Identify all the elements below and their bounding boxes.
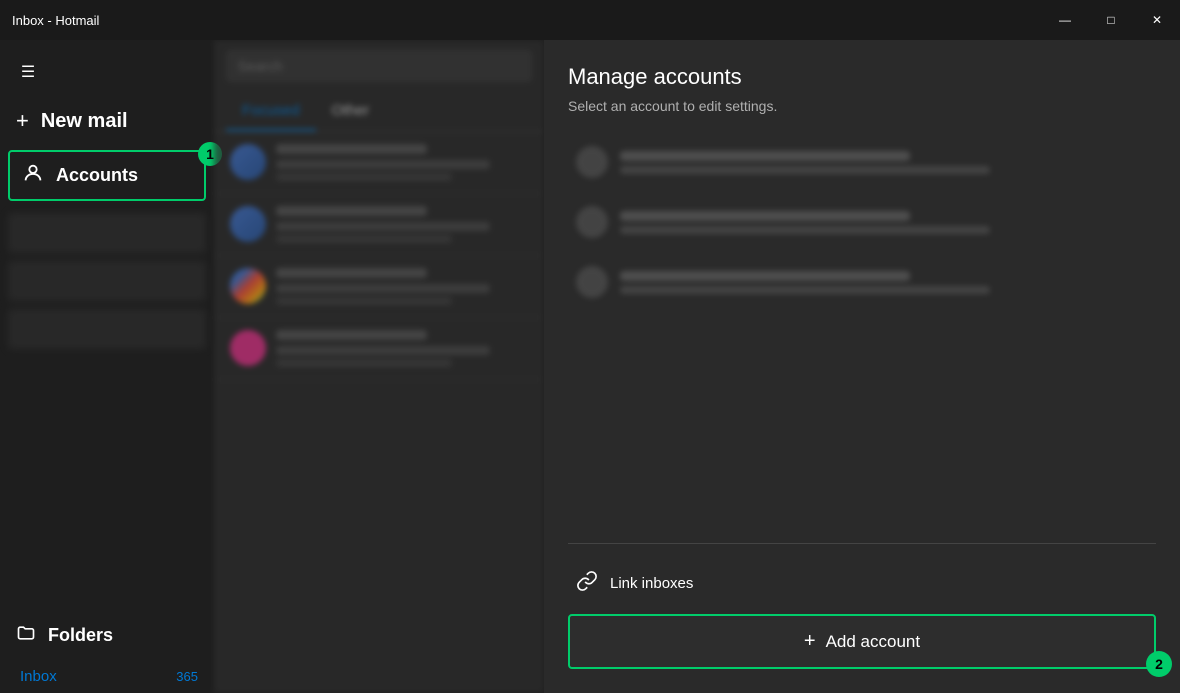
search-container xyxy=(214,40,544,92)
account-name-1 xyxy=(620,151,910,161)
account-name-3 xyxy=(620,271,910,281)
titlebar: Inbox - Hotmail — □ ✕ xyxy=(0,0,1180,40)
email-content-1 xyxy=(276,144,528,181)
email-subject-2 xyxy=(276,222,490,231)
email-preview-3 xyxy=(276,297,452,305)
account-items-list xyxy=(568,134,1156,543)
new-mail-button[interactable]: + New mail xyxy=(0,96,214,146)
blur-row-3 xyxy=(8,309,206,349)
blur-row-2 xyxy=(8,261,206,301)
main-layout: ☰ + New mail Accounts 1 xyxy=(0,40,1180,693)
inbox-count: 365 xyxy=(176,669,198,684)
add-account-label: Add account xyxy=(826,632,921,652)
link-inboxes-label: Link inboxes xyxy=(610,575,693,592)
sidebar: ☰ + New mail Accounts 1 xyxy=(0,40,214,693)
account-icon-2 xyxy=(576,206,608,238)
account-info-2 xyxy=(620,211,1148,234)
add-account-badge: 2 xyxy=(1146,651,1172,677)
email-sender-2 xyxy=(276,206,427,216)
account-icon-3 xyxy=(576,266,608,298)
email-sender-4 xyxy=(276,330,427,340)
email-sender-3 xyxy=(276,268,427,278)
manage-accounts-subtitle: Select an account to edit settings. xyxy=(568,98,1156,114)
avatar-4 xyxy=(230,330,266,366)
new-mail-label: New mail xyxy=(41,110,128,133)
account-item-3[interactable] xyxy=(568,254,1156,310)
account-email-2 xyxy=(620,226,990,234)
email-content-2 xyxy=(276,206,528,243)
email-tabs: Focused Other xyxy=(214,92,544,132)
manage-bottom-section: Link inboxes + Add account 2 xyxy=(568,543,1156,669)
avatar-1 xyxy=(230,144,266,180)
window-controls: — □ ✕ xyxy=(1042,0,1180,40)
avatar-2 xyxy=(230,206,266,242)
email-subject-4 xyxy=(276,346,490,355)
email-subject-3 xyxy=(276,284,490,293)
accounts-label: Accounts xyxy=(56,165,138,186)
account-email-1 xyxy=(620,166,990,174)
tab-focused[interactable]: Focused xyxy=(226,92,316,131)
manage-accounts-title: Manage accounts xyxy=(568,64,1156,90)
email-item-1[interactable] xyxy=(214,132,544,194)
email-content-3 xyxy=(276,268,528,305)
hamburger-menu-button[interactable]: ☰ xyxy=(8,52,48,92)
manage-accounts-panel: Manage accounts Select an account to edi… xyxy=(544,40,1180,693)
email-items-list xyxy=(214,132,544,693)
tab-other[interactable]: Other xyxy=(316,92,386,131)
sidebar-content-blurred xyxy=(0,205,214,611)
email-content-4 xyxy=(276,330,528,367)
hamburger-icon: ☰ xyxy=(21,62,35,82)
link-inboxes-icon xyxy=(576,570,598,596)
folders-button[interactable]: Folders xyxy=(0,611,214,660)
email-sender-1 xyxy=(276,144,427,154)
account-info-1 xyxy=(620,151,1148,174)
account-item-1[interactable] xyxy=(568,134,1156,190)
inbox-label: Inbox xyxy=(20,668,57,685)
account-email-3 xyxy=(620,286,990,294)
link-inboxes-button[interactable]: Link inboxes xyxy=(568,560,1156,606)
email-preview-2 xyxy=(276,235,452,243)
inbox-item[interactable]: Inbox 365 xyxy=(0,660,214,693)
folder-icon xyxy=(16,623,36,648)
accounts-button[interactable]: Accounts 1 xyxy=(8,150,206,201)
email-subject-1 xyxy=(276,160,490,169)
email-item-4[interactable] xyxy=(214,318,544,380)
close-button[interactable]: ✕ xyxy=(1134,0,1180,40)
add-account-button[interactable]: + Add account 2 xyxy=(568,614,1156,669)
email-list-panel: Focused Other xyxy=(214,40,544,693)
email-item-2[interactable] xyxy=(214,194,544,256)
minimize-button[interactable]: — xyxy=(1042,0,1088,40)
plus-icon: + xyxy=(16,108,29,134)
person-icon xyxy=(22,162,44,189)
email-preview-4 xyxy=(276,359,452,367)
add-account-plus-icon: + xyxy=(804,630,816,653)
folders-label: Folders xyxy=(48,625,113,646)
search-input[interactable] xyxy=(226,50,532,82)
account-item-2[interactable] xyxy=(568,194,1156,250)
account-icon-1 xyxy=(576,146,608,178)
window-title: Inbox - Hotmail xyxy=(12,13,99,28)
maximize-button[interactable]: □ xyxy=(1088,0,1134,40)
email-preview-1 xyxy=(276,173,452,181)
account-name-2 xyxy=(620,211,910,221)
blur-row-1 xyxy=(8,213,206,253)
avatar-3 xyxy=(230,268,266,304)
email-item-3[interactable] xyxy=(214,256,544,318)
account-info-3 xyxy=(620,271,1148,294)
